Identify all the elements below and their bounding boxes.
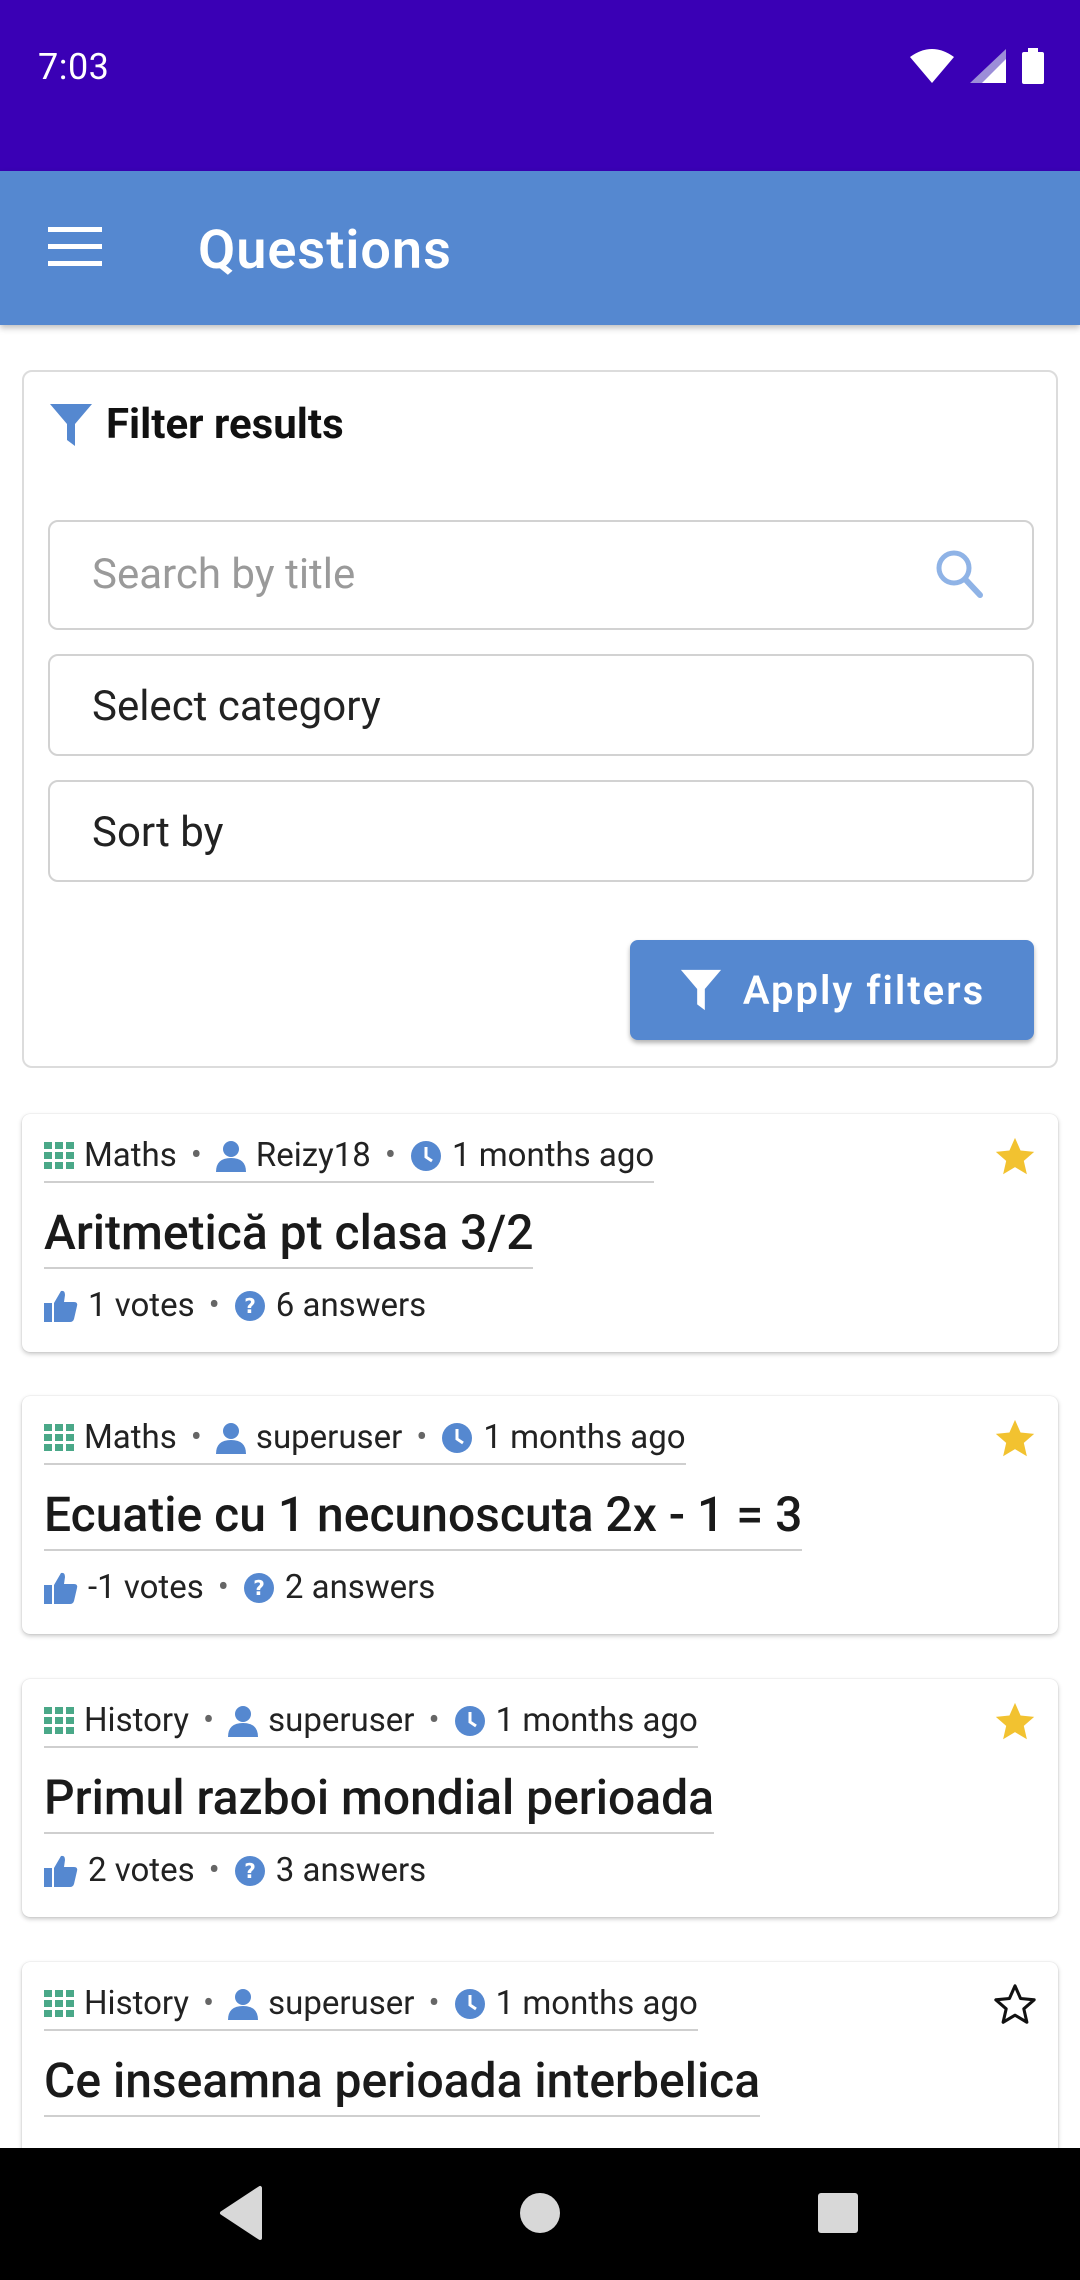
- page-title: Questions: [198, 219, 452, 282]
- question-meta: Maths • Reizy18 • 1 months ago: [44, 1136, 655, 1183]
- category-grid-icon: [44, 1423, 74, 1451]
- status-icons: [910, 48, 1044, 84]
- wifi-icon: [910, 49, 954, 83]
- question-answers: 6 answers: [275, 1286, 427, 1325]
- question-meta: Maths • superuser • 1 months ago: [44, 1418, 686, 1465]
- clock-icon: [410, 1140, 441, 1171]
- home-icon[interactable]: [518, 2184, 562, 2242]
- question-circle-icon: ?: [243, 1572, 274, 1603]
- category-grid-icon: [44, 1706, 74, 1734]
- question-time: 1 months ago: [495, 1984, 698, 2023]
- battery-icon: [1022, 48, 1044, 84]
- question-title[interactable]: Ce inseamna perioada interbelica: [44, 2052, 761, 2117]
- star-filled-icon[interactable]: [992, 1134, 1038, 1180]
- question-title[interactable]: Primul razboi mondial perioada: [44, 1769, 715, 1834]
- question-category[interactable]: History: [84, 1984, 189, 2023]
- user-icon: [228, 1988, 259, 2020]
- search-placeholder: Search by title: [92, 550, 356, 599]
- filter-panel: Filter results Search by title Select ca…: [22, 370, 1058, 1068]
- filter-heading: Filter results: [106, 400, 344, 449]
- clock-icon: [454, 1988, 485, 2019]
- question-time: 1 months ago: [483, 1418, 686, 1457]
- user-icon: [228, 1705, 259, 1737]
- clock-icon: [454, 1705, 485, 1736]
- star-filled-icon[interactable]: [992, 1416, 1038, 1462]
- question-title[interactable]: Ecuatie cu 1 necunoscuta 2x - 1 = 3: [44, 1486, 803, 1551]
- user-icon: [215, 1140, 246, 1172]
- question-author[interactable]: superuser: [256, 1418, 402, 1457]
- question-stats: 1 votes • ? 6 answers: [44, 1286, 426, 1325]
- menu-icon[interactable]: [48, 225, 104, 269]
- question-card[interactable]: Maths • Reizy18 • 1 months ago Aritmetic…: [22, 1114, 1058, 1352]
- question-votes: 1 votes: [88, 1286, 195, 1325]
- filter-icon: [680, 969, 721, 1011]
- question-circle-icon: ?: [234, 1855, 265, 1886]
- question-category[interactable]: Maths: [84, 1136, 177, 1175]
- question-stats: -1 votes • ? 2 answers: [44, 1568, 435, 1607]
- apply-filters-label: Apply filters: [742, 966, 986, 1014]
- user-icon: [215, 1422, 246, 1454]
- recents-icon[interactable]: [816, 2184, 860, 2242]
- question-author[interactable]: superuser: [268, 1701, 414, 1740]
- search-icon[interactable]: [934, 548, 984, 600]
- question-votes: -1 votes: [88, 1568, 204, 1607]
- star-filled-icon[interactable]: [992, 1699, 1038, 1745]
- star-outline-icon[interactable]: [992, 1982, 1038, 2028]
- status-time: 7:03: [38, 46, 110, 88]
- question-author[interactable]: superuser: [268, 1984, 414, 2023]
- question-meta: History • superuser • 1 months ago: [44, 1984, 698, 2031]
- filter-header: Filter results: [48, 400, 344, 449]
- status-bar: 7:03: [0, 0, 1080, 171]
- apply-filters-button[interactable]: Apply filters: [630, 940, 1034, 1040]
- question-category[interactable]: Maths: [84, 1418, 177, 1457]
- svg-text:?: ?: [244, 1859, 256, 1883]
- thumbs-up-icon: [44, 1290, 78, 1322]
- signal-icon: [970, 49, 1006, 83]
- question-title[interactable]: Aritmetică pt clasa 3/2: [44, 1204, 534, 1269]
- system-nav-bar: [0, 2148, 1080, 2280]
- category-grid-icon: [44, 1989, 74, 2017]
- question-category[interactable]: History: [84, 1701, 189, 1740]
- back-icon[interactable]: [216, 2184, 266, 2242]
- category-select[interactable]: Select category: [48, 654, 1034, 756]
- question-answers: 3 answers: [275, 1851, 427, 1890]
- filter-icon: [50, 403, 92, 446]
- question-time: 1 months ago: [495, 1701, 698, 1740]
- thumbs-up-icon: [44, 1572, 78, 1604]
- svg-text:?: ?: [253, 1576, 265, 1600]
- sort-select-label: Sort by: [92, 808, 224, 857]
- app-bar: Questions: [0, 171, 1080, 325]
- question-stats: 2 votes • ? 3 answers: [44, 1851, 426, 1890]
- question-author[interactable]: Reizy18: [256, 1136, 371, 1175]
- category-grid-icon: [44, 1141, 74, 1169]
- thumbs-up-icon: [44, 1855, 78, 1887]
- clock-icon: [442, 1422, 473, 1453]
- question-meta: History • superuser • 1 months ago: [44, 1701, 698, 1748]
- question-answers: 2 answers: [284, 1568, 436, 1607]
- question-card[interactable]: Maths • superuser • 1 months ago Ecuatie…: [22, 1396, 1058, 1634]
- question-circle-icon: ?: [234, 1290, 265, 1321]
- svg-text:?: ?: [244, 1294, 256, 1318]
- question-card[interactable]: History • superuser • 1 months ago Primu…: [22, 1679, 1058, 1917]
- question-time: 1 months ago: [451, 1136, 655, 1175]
- search-input[interactable]: Search by title: [48, 520, 1034, 630]
- sort-select[interactable]: Sort by: [48, 780, 1034, 882]
- question-votes: 2 votes: [88, 1851, 195, 1890]
- category-select-label: Select category: [92, 682, 381, 731]
